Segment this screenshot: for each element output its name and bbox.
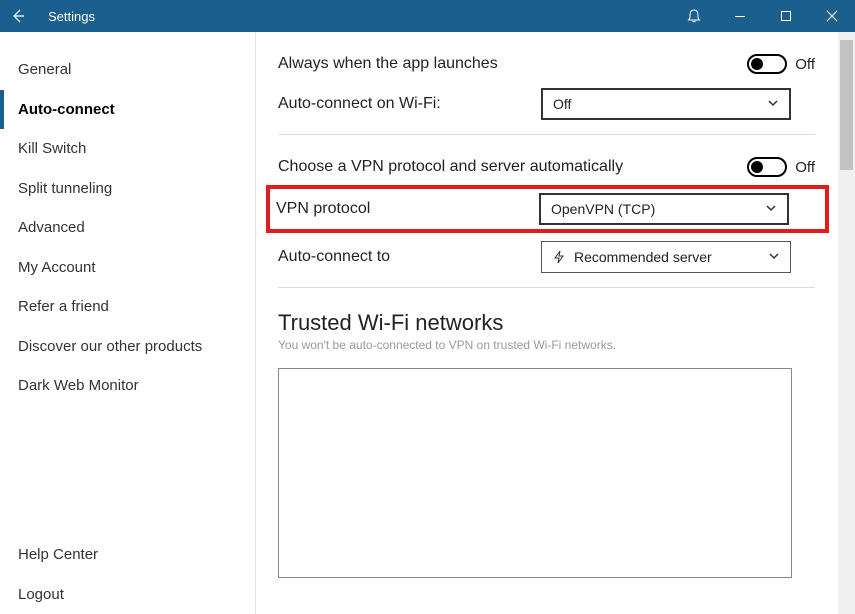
chevron-down-icon (767, 96, 779, 112)
trusted-wifi-subtitle: You won't be auto-connected to VPN on tr… (278, 338, 815, 352)
vpn-protocol-label: VPN protocol (276, 200, 539, 218)
notification-icon[interactable] (671, 0, 717, 32)
sidebar-item-advanced[interactable]: Advanced (0, 208, 255, 248)
wifi-autoconnect-label: Auto-connect on Wi-Fi: (278, 95, 541, 113)
auto-connect-to-select[interactable]: Recommended server (541, 241, 791, 273)
wifi-autoconnect-value: Off (553, 96, 571, 112)
sidebar-item-help-center[interactable]: Help Center (0, 535, 255, 575)
auto-protocol-toggle-state: Off (795, 159, 815, 176)
auto-connect-to-value: Recommended server (574, 249, 712, 265)
back-button[interactable] (8, 8, 28, 24)
titlebar: Settings (0, 0, 855, 32)
sidebar-item-general[interactable]: General (0, 50, 255, 90)
auto-connect-to-label: Auto-connect to (278, 248, 541, 266)
window-title: Settings (48, 9, 95, 24)
divider (278, 287, 815, 288)
trusted-wifi-title: Trusted Wi-Fi networks (278, 310, 815, 336)
wifi-autoconnect-select[interactable]: Off (541, 88, 791, 120)
chevron-down-icon (768, 249, 780, 265)
sidebar-item-refer-friend[interactable]: Refer a friend (0, 287, 255, 327)
sidebar: General Auto-connect Kill Switch Split t… (0, 32, 256, 614)
lightning-icon (552, 250, 566, 264)
trusted-wifi-list[interactable] (278, 368, 792, 578)
sidebar-item-kill-switch[interactable]: Kill Switch (0, 129, 255, 169)
sidebar-item-dark-web-monitor[interactable]: Dark Web Monitor (0, 366, 255, 406)
divider (278, 134, 815, 135)
sidebar-item-other-products[interactable]: Discover our other products (0, 327, 255, 367)
launch-label: Always when the app launches (278, 55, 541, 73)
auto-protocol-label: Choose a VPN protocol and server automat… (278, 158, 747, 176)
sidebar-item-auto-connect[interactable]: Auto-connect (0, 90, 255, 130)
vpn-protocol-value: OpenVPN (TCP) (551, 201, 655, 217)
content-pane: Always when the app launches Off Auto-co… (256, 32, 855, 614)
close-button[interactable] (809, 0, 855, 32)
sidebar-item-logout[interactable]: Logout (0, 575, 255, 614)
sidebar-item-my-account[interactable]: My Account (0, 248, 255, 288)
scrollbar-thumb[interactable] (840, 40, 853, 170)
vpn-protocol-highlight: VPN protocol OpenVPN (TCP) (272, 191, 823, 227)
chevron-down-icon (765, 201, 777, 217)
auto-protocol-toggle[interactable] (747, 157, 787, 177)
maximize-button[interactable] (763, 0, 809, 32)
launch-toggle-state: Off (795, 56, 815, 73)
scrollbar[interactable] (838, 32, 855, 614)
sidebar-item-split-tunneling[interactable]: Split tunneling (0, 169, 255, 209)
minimize-button[interactable] (717, 0, 763, 32)
vpn-protocol-select[interactable]: OpenVPN (TCP) (539, 193, 789, 225)
launch-toggle[interactable] (747, 54, 787, 74)
